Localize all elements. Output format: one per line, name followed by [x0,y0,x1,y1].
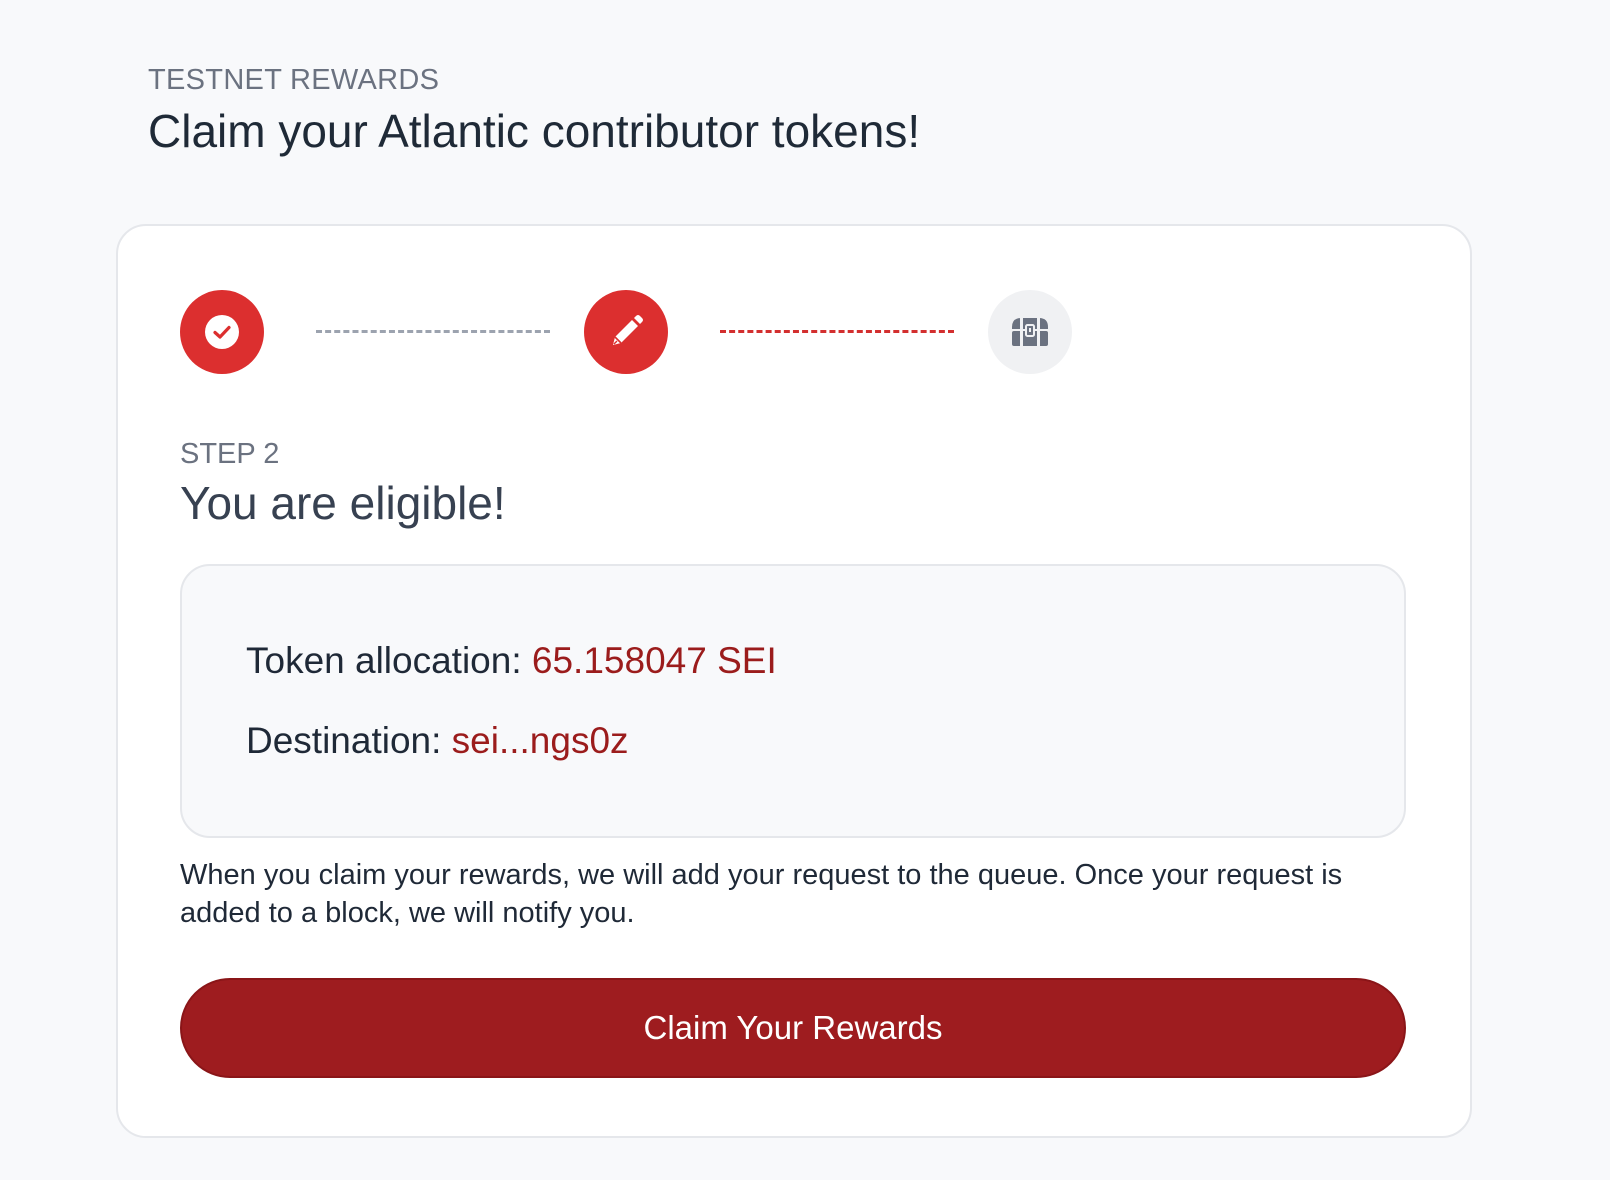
token-allocation-row: Token allocation: 65.158047 SEI [246,640,777,682]
step-3-pending [988,290,1072,374]
step-1-complete [180,290,264,374]
destination-address: sei...ngs0z [451,720,629,761]
check-circle-icon [205,315,239,349]
treasure-chest-icon [1012,318,1048,346]
claim-card: STEP 2 You are eligible! Token allocatio… [116,224,1472,1138]
pencil-icon [613,315,643,345]
step-label: STEP 2 [180,438,280,470]
token-allocation-label: Token allocation: [246,640,532,681]
step-connector-1 [316,330,550,333]
token-allocation-value: 65.158047 SEI [531,640,777,681]
step-2-active [584,290,668,374]
step-connector-2 [720,330,954,333]
page-title: Claim your Atlantic contributor tokens! [148,105,921,157]
page-eyebrow: TESTNET REWARDS [148,64,440,96]
allocation-summary: Token allocation: 65.158047 SEI Destinat… [180,564,1406,838]
progress-stepper [180,290,1080,374]
claim-note: When you claim your rewards, we will add… [180,859,1343,929]
destination-label: Destination: [246,720,452,761]
claim-rewards-button[interactable]: Claim Your Rewards [180,978,1406,1078]
destination-row: Destination: sei...ngs0z [246,720,629,762]
step-heading: You are eligible! [180,477,506,529]
